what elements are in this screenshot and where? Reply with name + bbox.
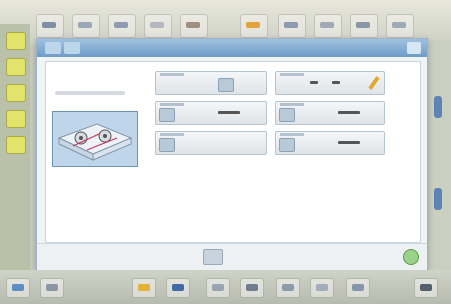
- ruler-icon: [159, 108, 175, 122]
- setting-label: [280, 133, 304, 136]
- select-tool-icon[interactable]: [6, 32, 26, 50]
- distance-tool-icon[interactable]: [314, 14, 342, 38]
- image-tool-icon[interactable]: [276, 278, 300, 298]
- setting-dropdown[interactable]: [275, 101, 385, 125]
- settings-dialog: [36, 38, 428, 270]
- setting-label: [280, 103, 304, 106]
- print-tool-icon[interactable]: [346, 278, 370, 298]
- monitor-icon: [218, 78, 234, 92]
- angle-tool-icon[interactable]: [350, 14, 378, 38]
- right-scroll-strip: [426, 40, 451, 274]
- setting-dropdown[interactable]: [155, 101, 267, 125]
- measure-tool-icon[interactable]: [72, 14, 100, 38]
- close-button[interactable]: [407, 42, 421, 54]
- bottom-taskbar: [0, 270, 451, 304]
- scroll-up-icon[interactable]: [434, 96, 442, 118]
- setting-value: [338, 111, 360, 114]
- setting-field[interactable]: [275, 71, 385, 95]
- setting-value: [338, 141, 360, 144]
- implant-preview-icon: [57, 123, 133, 161]
- help-button[interactable]: [203, 249, 223, 265]
- text-tool-icon[interactable]: [6, 136, 26, 154]
- align-tool-icon[interactable]: [278, 14, 306, 38]
- dot-tool-icon[interactable]: [6, 110, 26, 128]
- dialog-title: [37, 39, 427, 57]
- setting-label: [160, 73, 184, 76]
- forward-button[interactable]: [64, 42, 80, 54]
- arrow-tool-icon[interactable]: [206, 278, 230, 298]
- open-folder-icon[interactable]: [6, 278, 30, 298]
- setting-field[interactable]: [155, 71, 267, 95]
- layer-tool-icon[interactable]: [6, 58, 26, 76]
- setting-label: [160, 133, 184, 136]
- dialog-footer: [37, 243, 427, 270]
- pen-tool-icon[interactable]: [6, 84, 26, 102]
- save-icon[interactable]: [166, 278, 190, 298]
- back-button[interactable]: [45, 42, 61, 54]
- screw-icon: [159, 138, 175, 152]
- setting-label: [160, 103, 184, 106]
- setting-value: [310, 81, 318, 84]
- report-tool-icon[interactable]: [310, 278, 334, 298]
- implant-preview-image: [52, 111, 138, 167]
- left-tool-strip: [0, 24, 30, 304]
- scan-tool-icon[interactable]: [240, 278, 264, 298]
- scroll-down-icon[interactable]: [434, 188, 442, 210]
- setting-dropdown[interactable]: [275, 131, 385, 155]
- pencil-icon[interactable]: [368, 76, 380, 90]
- cut-tool-icon[interactable]: [36, 14, 64, 38]
- setting-value: [218, 111, 240, 114]
- export-tool-icon[interactable]: [386, 14, 414, 38]
- setting-dropdown[interactable]: [155, 131, 267, 155]
- setting-label: [280, 73, 304, 76]
- angle-icon: [279, 138, 295, 152]
- tooth-icon: [279, 108, 295, 122]
- ok-button[interactable]: [403, 249, 419, 265]
- flip-tool-icon[interactable]: [180, 14, 208, 38]
- preview-caption: [55, 91, 125, 95]
- setting-value: [332, 81, 340, 84]
- rotate-tool-icon[interactable]: [108, 14, 136, 38]
- camera-icon[interactable]: [414, 278, 438, 298]
- highlight-tool-icon[interactable]: [240, 14, 268, 38]
- draw-tool-icon[interactable]: [132, 278, 156, 298]
- screw-tool-icon[interactable]: [144, 14, 172, 38]
- view-tool-icon[interactable]: [40, 278, 64, 298]
